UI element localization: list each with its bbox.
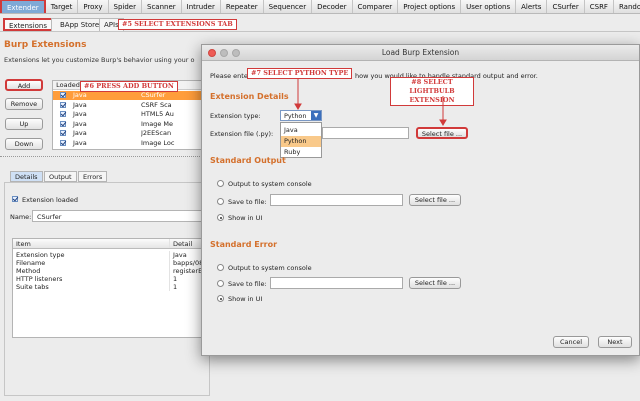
- arrow-head-python: [294, 103, 302, 110]
- annotation-arrows: [294, 78, 447, 126]
- arrow-head-select-file: [439, 119, 447, 126]
